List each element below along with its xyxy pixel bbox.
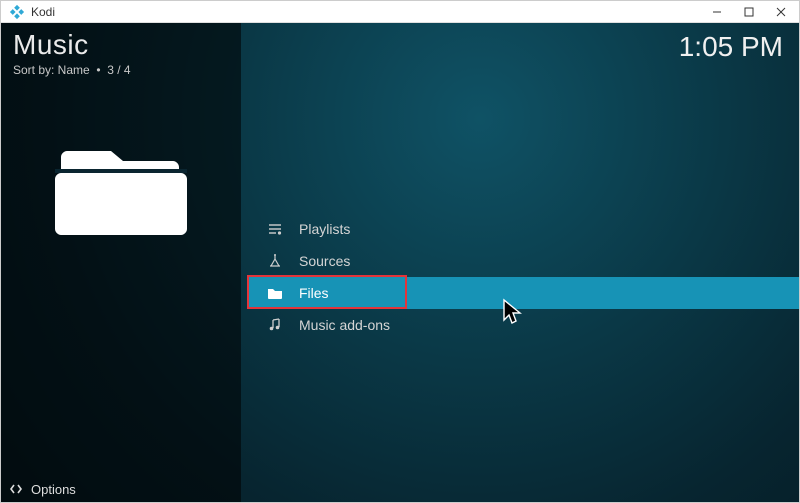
menu-item-label: Playlists: [299, 221, 350, 237]
app-window: Kodi Music Sort by: Name • 3 / 4 1:05 PM: [0, 0, 800, 503]
menu-list: Playlists Sources Files: [249, 213, 799, 341]
options-icon[interactable]: [9, 482, 23, 496]
menu-item-music-addons[interactable]: Music add-ons: [249, 309, 799, 341]
clock: 1:05 PM: [679, 31, 783, 63]
menu-item-sources[interactable]: Sources: [249, 245, 799, 277]
sort-label: Sort by: Name: [13, 63, 90, 77]
close-button[interactable]: [765, 1, 797, 23]
menu-item-files[interactable]: Files: [249, 277, 799, 309]
kodi-logo-icon: [9, 4, 25, 20]
section-subtitle: Sort by: Name • 3 / 4: [13, 63, 131, 77]
folder-preview-icon: [51, 133, 191, 248]
app-content: Music Sort by: Name • 3 / 4 1:05 PM: [1, 23, 799, 502]
position-indicator: 3 / 4: [107, 63, 130, 77]
section-title: Music: [13, 29, 131, 61]
playlist-icon: [263, 221, 287, 237]
options-label[interactable]: Options: [31, 482, 76, 497]
window-title: Kodi: [31, 5, 55, 19]
folder-icon: [263, 285, 287, 301]
maximize-button[interactable]: [733, 1, 765, 23]
window-titlebar: Kodi: [1, 1, 799, 23]
menu-item-label: Files: [299, 285, 329, 301]
menu-item-playlists[interactable]: Playlists: [249, 213, 799, 245]
sources-icon: [263, 253, 287, 269]
minimize-button[interactable]: [701, 1, 733, 23]
music-note-icon: [263, 317, 287, 333]
menu-item-label: Music add-ons: [299, 317, 390, 333]
menu-item-label: Sources: [299, 253, 350, 269]
separator-dot: •: [93, 63, 107, 77]
footer-bar: Options: [1, 476, 76, 502]
left-sidebar: [1, 23, 241, 502]
section-header: Music Sort by: Name • 3 / 4: [13, 29, 131, 77]
